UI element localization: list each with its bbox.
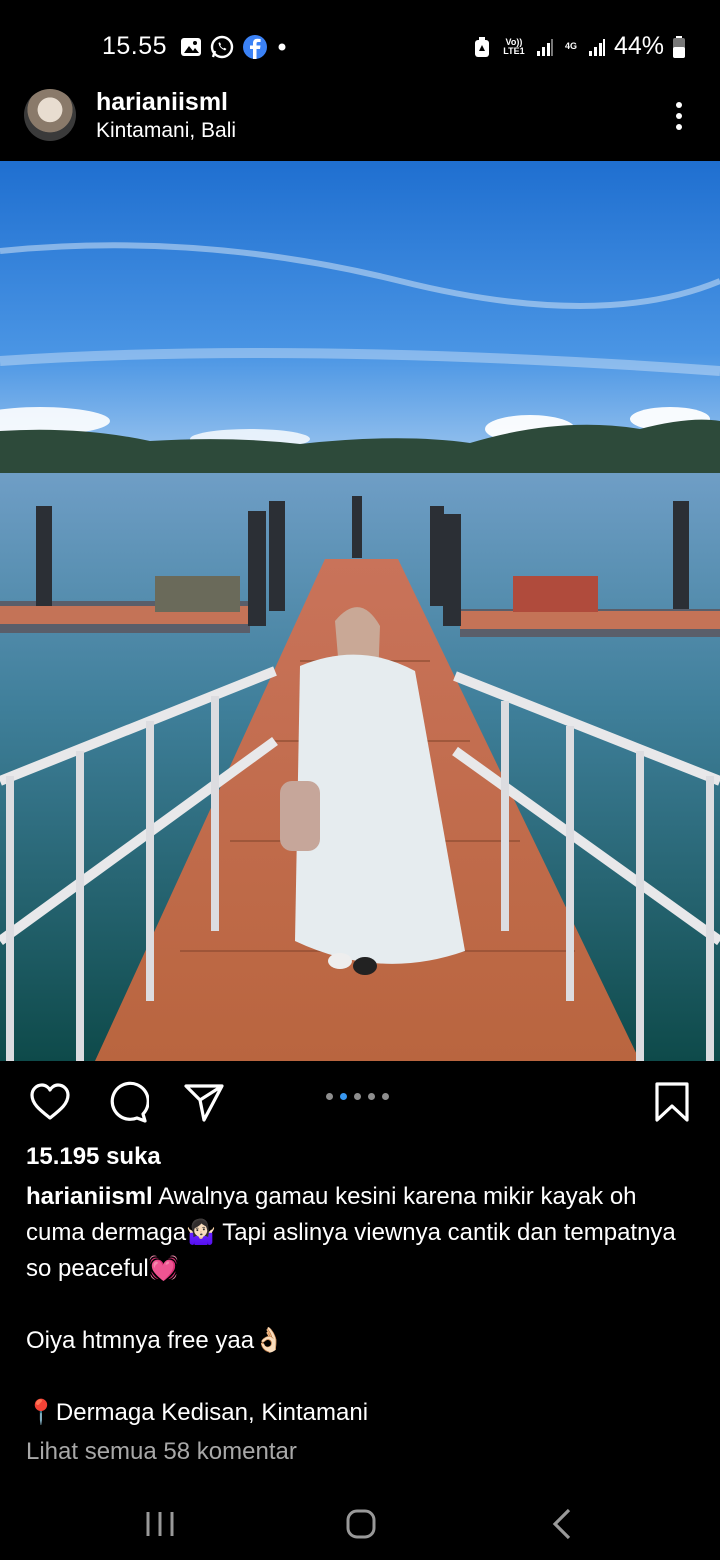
whatsapp-icon <box>210 35 234 59</box>
recent-apps-icon[interactable] <box>140 1504 180 1544</box>
volte-label: Vo)) LTE1 <box>503 36 525 56</box>
notification-icons <box>180 34 288 60</box>
save-icon[interactable] <box>650 1080 694 1124</box>
post-header: harianiisml Kintamani, Bali <box>0 88 720 160</box>
like-icon[interactable] <box>28 1080 72 1124</box>
post-username[interactable]: harianiisml <box>96 88 228 117</box>
carousel-dot <box>382 1093 389 1100</box>
more-options-icon[interactable] <box>664 100 694 132</box>
dot-icon <box>278 43 286 51</box>
share-icon[interactable] <box>182 1080 226 1124</box>
post-location[interactable]: Kintamani, Bali <box>96 119 236 143</box>
status-bar: 15.55 Vo)) LTE1 4G 44% <box>0 0 720 90</box>
caption-text: Awalnya gamau kesini karena mikir kayak … <box>26 1183 676 1426</box>
avatar[interactable] <box>24 89 76 141</box>
signal-icon <box>588 38 605 56</box>
network-type: 4G <box>564 41 577 51</box>
carousel-dot <box>354 1093 361 1100</box>
carousel-dot-active <box>340 1093 347 1100</box>
system-navbar <box>0 1490 720 1560</box>
signal-icon <box>536 38 553 56</box>
status-right: Vo)) LTE1 4G 44% <box>472 32 686 61</box>
status-time: 15.55 <box>102 32 168 60</box>
back-icon[interactable] <box>543 1504 583 1544</box>
battery-icon <box>673 35 685 58</box>
battery-level: 44% <box>613 32 664 60</box>
carousel-indicator <box>326 1093 389 1100</box>
gallery-icon <box>181 38 201 56</box>
facebook-icon <box>243 35 267 59</box>
post-caption: harianiisml Awalnya gamau kesini karena … <box>26 1179 696 1431</box>
likes-count[interactable]: 15.195 suka <box>26 1143 161 1171</box>
carousel-dot <box>326 1093 333 1100</box>
home-icon[interactable] <box>341 1504 381 1544</box>
post-actions <box>0 1062 720 1140</box>
caption-username[interactable]: harianiisml <box>26 1183 153 1210</box>
comment-icon[interactable] <box>105 1080 149 1124</box>
carousel-dot <box>368 1093 375 1100</box>
view-all-comments-link[interactable]: Lihat semua 58 komentar <box>26 1438 297 1466</box>
post-photo[interactable] <box>0 161 720 1061</box>
data-saver-icon <box>474 36 489 57</box>
